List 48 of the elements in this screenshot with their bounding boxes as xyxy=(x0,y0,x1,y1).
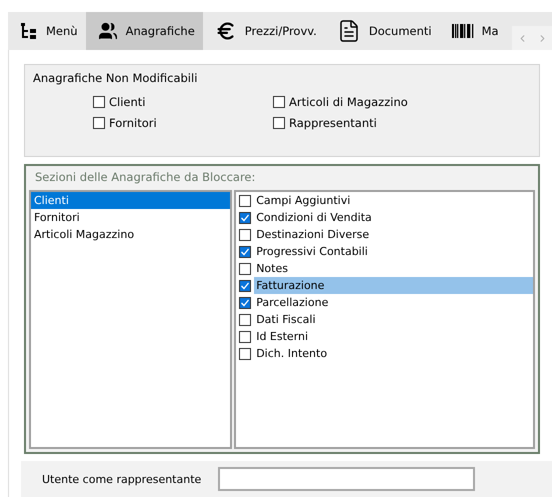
tab-label: Anagrafiche xyxy=(126,24,195,38)
input-field[interactable] xyxy=(218,467,476,491)
tab-label: Prezzi/Provv. xyxy=(244,24,317,38)
people-icon xyxy=(98,21,118,41)
list-item[interactable]: Campi Aggiuntivi xyxy=(254,192,533,209)
tab-label: Ma xyxy=(482,24,499,38)
checkbox[interactable] xyxy=(239,280,252,292)
checkbox-label: Rappresentanti xyxy=(289,116,377,130)
list-item[interactable]: Progressivi Contabili xyxy=(254,243,533,260)
checkbox-label: Articoli di Magazzino xyxy=(289,95,408,109)
tab-label: Documenti xyxy=(368,24,432,38)
list-item[interactable]: Clienti xyxy=(31,192,230,209)
tab[interactable]: Documenti xyxy=(324,12,440,50)
list-item[interactable]: Notes xyxy=(254,260,533,277)
list-item[interactable]: Parcellazione xyxy=(254,294,533,311)
checkbox-label: Clienti xyxy=(109,95,146,109)
checkbox[interactable] xyxy=(239,246,252,258)
checkbox[interactable] xyxy=(239,314,252,326)
tab[interactable]: Prezzi/Provv. xyxy=(202,12,325,50)
list-item[interactable]: Articoli Magazzino xyxy=(31,226,230,243)
list-item[interactable]: Destinazioni Diverse xyxy=(254,226,533,243)
checkbox[interactable] xyxy=(93,96,105,108)
list-item[interactable]: Id Esterni xyxy=(254,328,533,345)
checkbox[interactable] xyxy=(239,330,252,342)
checkbox-label: Fornitori xyxy=(109,116,157,130)
list-item[interactable]: Condizioni di Vendita xyxy=(254,209,533,226)
group-title: Anagrafiche Non Modificabili xyxy=(33,71,198,85)
list-item[interactable]: Fatturazione xyxy=(254,277,533,294)
field-label: Utente come rappresentante xyxy=(42,472,202,486)
checkbox[interactable] xyxy=(239,348,252,360)
checkbox[interactable] xyxy=(239,194,252,206)
checkbox[interactable] xyxy=(239,212,252,224)
checkbox[interactable] xyxy=(239,296,252,308)
list-item[interactable]: Dich. Intento xyxy=(254,345,533,362)
list-item[interactable]: Dati Fiscali xyxy=(254,311,533,328)
list-item[interactable]: Fornitori xyxy=(31,209,230,226)
tab[interactable]: Anagrafiche xyxy=(86,12,203,50)
checkbox[interactable] xyxy=(273,96,285,108)
group-title: Sezioni delle Anagrafiche da Bloccare: xyxy=(34,170,256,184)
checkbox[interactable] xyxy=(93,117,105,129)
checkbox[interactable] xyxy=(239,262,252,274)
checkbox[interactable] xyxy=(239,228,252,240)
tab[interactable]: Menù xyxy=(8,12,86,50)
barcode-icon xyxy=(452,24,474,38)
tab-label: Menù xyxy=(46,24,78,38)
tab[interactable]: Ma xyxy=(440,12,507,50)
tree-icon xyxy=(20,22,38,40)
checkbox[interactable] xyxy=(273,117,285,129)
